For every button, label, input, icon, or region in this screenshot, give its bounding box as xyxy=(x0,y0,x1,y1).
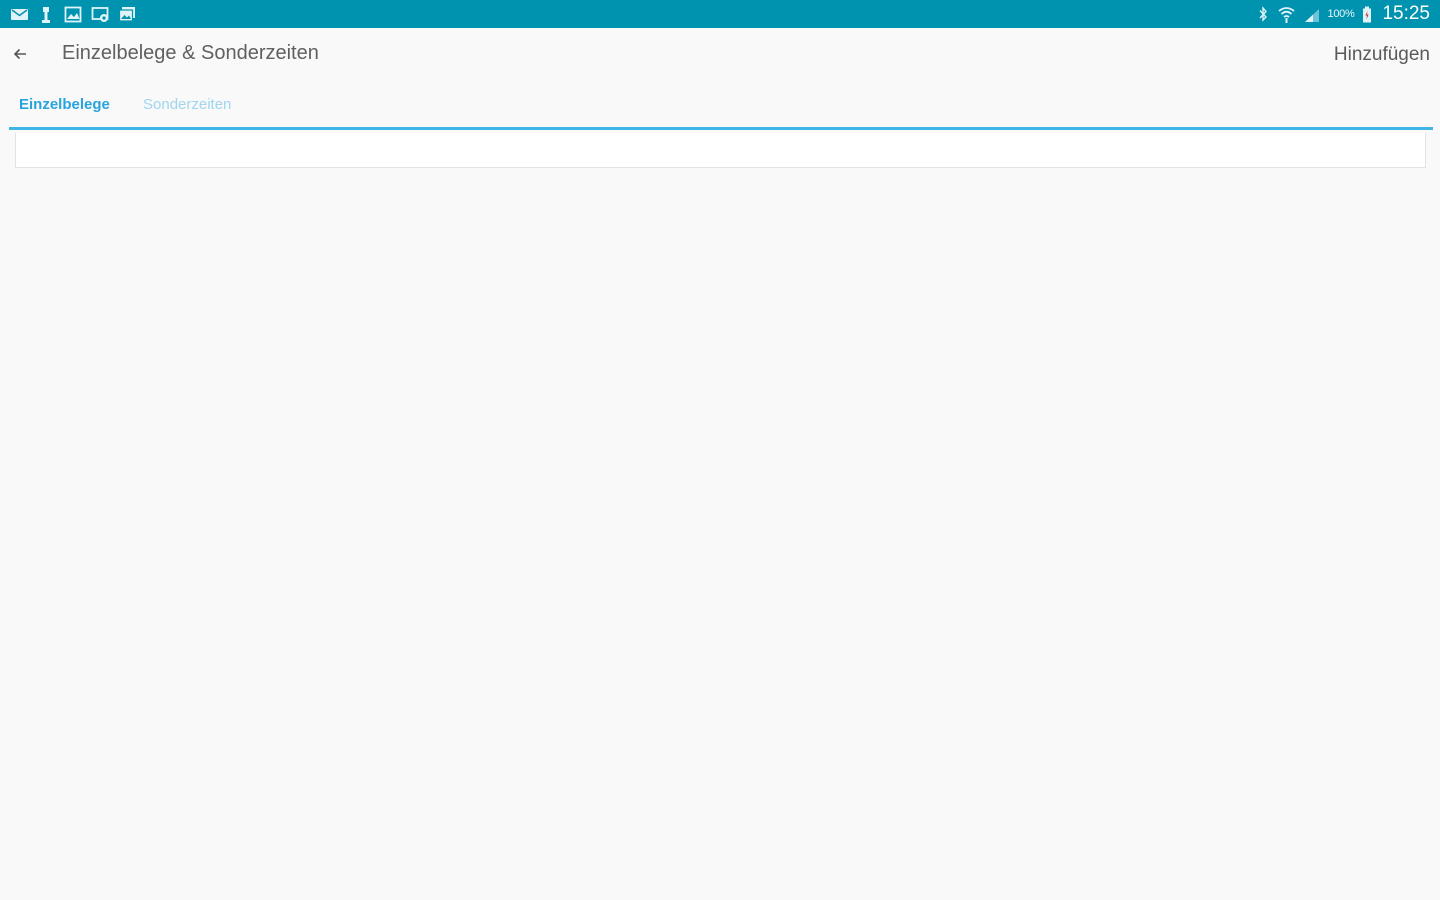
mail-icon xyxy=(10,6,29,23)
arrow-left-icon xyxy=(13,47,27,61)
battery-percent: 100% xyxy=(1327,8,1355,20)
bluetooth-icon xyxy=(1257,5,1269,23)
status-bar: 100% 15:25 xyxy=(0,0,1440,28)
wifi-icon xyxy=(1277,6,1296,23)
status-system: 100% 15:25 xyxy=(1257,3,1430,25)
app-header: Einzelbelege & Sonderzeiten Hinzufügen xyxy=(0,28,1440,82)
add-button[interactable]: Hinzufügen xyxy=(1334,44,1430,66)
page-title: Einzelbelege & Sonderzeiten xyxy=(62,42,319,64)
usb-icon xyxy=(37,6,56,23)
status-time: 15:25 xyxy=(1382,3,1430,24)
tab-einzelbelege[interactable]: Einzelbelege xyxy=(19,96,110,113)
battery-icon xyxy=(1362,6,1372,23)
cast-icon xyxy=(91,6,110,23)
tab-sonderzeiten[interactable]: Sonderzeiten xyxy=(143,96,231,113)
signal-icon xyxy=(1304,6,1320,23)
entries-list xyxy=(15,133,1426,168)
gallery-icon xyxy=(118,6,137,23)
image-icon xyxy=(64,6,83,23)
tab-bar: Einzelbelege Sonderzeiten xyxy=(9,88,1433,130)
status-notifications xyxy=(10,6,137,23)
back-button[interactable] xyxy=(8,42,32,66)
